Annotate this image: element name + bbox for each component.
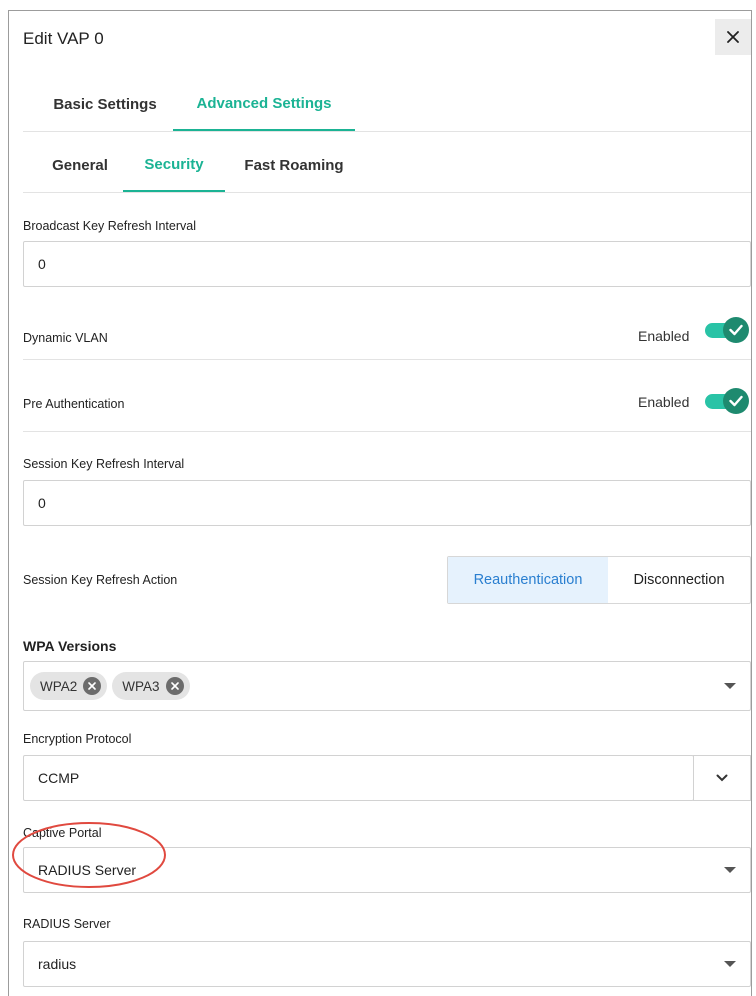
session-key-input[interactable]: 0 bbox=[23, 480, 751, 526]
encryption-label: Encryption Protocol bbox=[23, 732, 132, 746]
close-button[interactable] bbox=[715, 19, 751, 55]
captive-portal-value: RADIUS Server bbox=[38, 862, 137, 878]
dialog-title: Edit VAP 0 bbox=[23, 29, 104, 48]
main-tabs: Basic Settings Advanced Settings bbox=[23, 77, 743, 131]
session-action-segmented: Reauthentication Disconnection bbox=[447, 556, 751, 604]
edit-vap-dialog: Edit VAP 0 Basic Settings Advanced Setti… bbox=[8, 10, 752, 996]
dynamic-vlan-label: Dynamic VLAN bbox=[23, 331, 108, 345]
encryption-dropdown-button[interactable] bbox=[693, 755, 751, 801]
tab-general[interactable]: General bbox=[37, 138, 123, 192]
pre-auth-label: Pre Authentication bbox=[23, 397, 125, 411]
toggle-knob bbox=[723, 317, 749, 343]
check-icon bbox=[729, 324, 743, 336]
dynamic-vlan-toggle[interactable] bbox=[705, 317, 749, 343]
session-action-label: Session Key Refresh Action bbox=[23, 573, 178, 587]
tab-advanced-settings[interactable]: Advanced Settings bbox=[173, 77, 355, 131]
disconnection-label: Disconnection bbox=[633, 572, 725, 588]
remove-wpa3-button[interactable] bbox=[165, 677, 184, 695]
tab-fast-roaming[interactable]: Fast Roaming bbox=[225, 138, 363, 192]
broadcast-key-label: Broadcast Key Refresh Interval bbox=[23, 219, 196, 233]
remove-icon bbox=[170, 682, 179, 690]
sub-tabs: General Security Fast Roaming bbox=[23, 138, 743, 192]
tab-security-label: Security bbox=[144, 155, 204, 173]
pre-auth-state: Enabled bbox=[638, 394, 690, 410]
wpa2-chip-label: WPA2 bbox=[40, 678, 78, 694]
reauthentication-label: Reauthentication bbox=[473, 572, 583, 588]
remove-icon bbox=[88, 682, 97, 690]
wpa3-chip: WPA3 bbox=[112, 672, 190, 700]
wpa-versions-label: WPA Versions bbox=[23, 638, 117, 654]
broadcast-key-input[interactable]: 0 bbox=[23, 241, 751, 287]
session-key-value: 0 bbox=[38, 495, 46, 511]
dropdown-caret-icon bbox=[724, 961, 736, 967]
wpa3-chip-label: WPA3 bbox=[122, 678, 160, 694]
tab-basic-settings[interactable]: Basic Settings bbox=[37, 77, 173, 131]
check-icon bbox=[729, 395, 743, 407]
remove-wpa2-button[interactable] bbox=[83, 677, 102, 695]
tab-fast-roaming-label: Fast Roaming bbox=[244, 156, 344, 174]
broadcast-key-value: 0 bbox=[38, 256, 46, 272]
dynamic-vlan-state: Enabled bbox=[638, 328, 690, 344]
radius-server-select[interactable]: radius bbox=[23, 941, 751, 987]
dropdown-caret-icon bbox=[724, 683, 736, 689]
tab-basic-settings-label: Basic Settings bbox=[53, 95, 157, 113]
session-key-label: Session Key Refresh Interval bbox=[23, 457, 185, 471]
subtabs-divider bbox=[23, 192, 751, 193]
tab-general-label: General bbox=[52, 156, 108, 174]
radius-server-label: RADIUS Server bbox=[23, 917, 111, 931]
chevron-down-icon bbox=[716, 774, 728, 782]
row-divider bbox=[23, 431, 751, 432]
dropdown-caret-icon bbox=[724, 867, 736, 873]
tab-security[interactable]: Security bbox=[123, 138, 225, 192]
disconnection-option[interactable]: Disconnection bbox=[608, 557, 750, 603]
tabs-divider bbox=[23, 131, 751, 132]
captive-portal-label: Captive Portal bbox=[23, 826, 102, 840]
wpa-versions-select[interactable]: WPA2 WPA3 bbox=[23, 661, 751, 711]
encryption-select[interactable]: CCMP bbox=[23, 755, 694, 801]
radius-server-value: radius bbox=[38, 956, 77, 972]
row-divider bbox=[23, 359, 751, 360]
close-icon bbox=[727, 31, 739, 43]
reauthentication-option[interactable]: Reauthentication bbox=[448, 557, 608, 603]
toggle-knob bbox=[723, 388, 749, 414]
tab-advanced-settings-label: Advanced Settings bbox=[196, 94, 332, 112]
wpa2-chip: WPA2 bbox=[30, 672, 108, 700]
captive-portal-select[interactable]: RADIUS Server bbox=[23, 847, 751, 893]
pre-auth-toggle[interactable] bbox=[705, 388, 749, 414]
encryption-value: CCMP bbox=[38, 770, 80, 786]
